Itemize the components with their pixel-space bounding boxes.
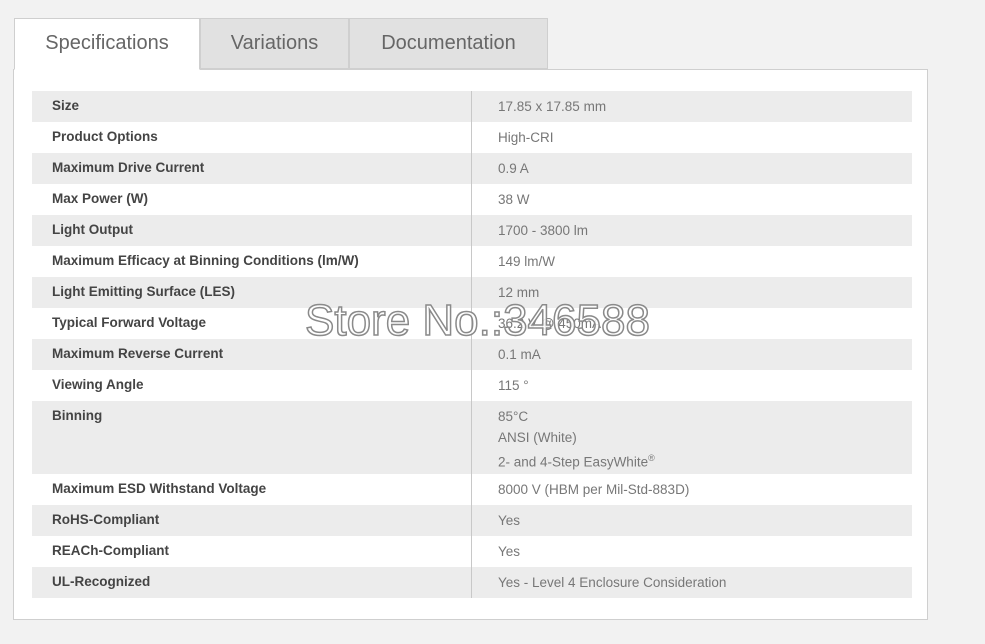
binning-line-text: 2- and 4-Step EasyWhite: [498, 454, 649, 470]
spec-value: 1700 - 3800 lm: [498, 223, 589, 238]
table-row: Light Emitting Surface (LES) 12 mm: [32, 277, 912, 308]
spec-value: 0.1 mA: [498, 347, 541, 362]
spec-value: 17.85 x 17.85 mm: [498, 99, 607, 114]
spec-value: 149 lm/W: [498, 254, 556, 269]
spec-label: Size: [32, 91, 472, 122]
table-row: UL-Recognized Yes - Level 4 Enclosure Co…: [32, 567, 912, 598]
spec-label: Binning: [32, 401, 472, 474]
spec-value: 8000 V (HBM per Mil-Std-883D): [498, 482, 690, 497]
spec-label: Light Output: [32, 215, 472, 246]
table-row: Viewing Angle 115 °: [32, 370, 912, 401]
spec-value: Yes - Level 4 Enclosure Consideration: [498, 575, 727, 590]
binning-line: 85°C: [498, 409, 529, 424]
tab-specifications[interactable]: Specifications: [14, 18, 200, 70]
tab-bar: Specifications Variations Documentation: [14, 18, 548, 70]
spec-label: UL-Recognized: [32, 567, 472, 598]
registered-mark: ®: [648, 453, 655, 463]
spec-label: Typical Forward Voltage: [32, 308, 472, 339]
table-row: RoHS-Compliant Yes: [32, 505, 912, 536]
table-row: REACh-Compliant Yes: [32, 536, 912, 567]
spec-value: Yes: [498, 544, 521, 559]
spec-label: REACh-Compliant: [32, 536, 472, 567]
spec-value: High-CRI: [498, 130, 554, 145]
table-row: Max Power (W) 38 W: [32, 184, 912, 215]
spec-label: Maximum Reverse Current: [32, 339, 472, 370]
spec-label: Product Options: [32, 122, 472, 153]
spec-label: Maximum Efficacy at Binning Conditions (…: [32, 246, 472, 277]
binning-line: 2- and 4-Step EasyWhite®: [498, 448, 912, 473]
table-row: Maximum ESD Withstand Voltage 8000 V (HB…: [32, 474, 912, 505]
spec-value: 38 W: [498, 192, 530, 207]
specifications-panel: Size 17.85 x 17.85 mm Product Options Hi…: [13, 69, 928, 620]
spec-value: 12 mm: [498, 285, 540, 300]
tab-variations[interactable]: Variations: [200, 18, 349, 69]
spec-label: Maximum Drive Current: [32, 153, 472, 184]
binning-line: ANSI (White): [498, 430, 577, 445]
table-row: Binning 85°C ANSI (White) 2- and 4-Step …: [32, 401, 912, 474]
table-row: Size 17.85 x 17.85 mm: [32, 91, 912, 122]
table-row: Product Options High-CRI: [32, 122, 912, 153]
spec-label: Maximum ESD Withstand Voltage: [32, 474, 472, 505]
spec-table: Size 17.85 x 17.85 mm Product Options Hi…: [32, 91, 912, 598]
spec-label: RoHS-Compliant: [32, 505, 472, 536]
spec-value: 115 °: [498, 378, 529, 393]
spec-value-multiline: 85°C ANSI (White) 2- and 4-Step EasyWhit…: [472, 401, 912, 474]
spec-label: Max Power (W): [32, 184, 472, 215]
spec-value: 0.9 A: [498, 161, 529, 176]
table-row: Maximum Efficacy at Binning Conditions (…: [32, 246, 912, 277]
spec-value: 36.2 V @ 450mA: [498, 316, 602, 331]
spec-label: Light Emitting Surface (LES): [32, 277, 472, 308]
table-row: Light Output 1700 - 3800 lm: [32, 215, 912, 246]
tab-documentation[interactable]: Documentation: [349, 18, 548, 69]
table-row: Maximum Reverse Current 0.1 mA: [32, 339, 912, 370]
spec-value: Yes: [498, 513, 521, 528]
spec-label: Viewing Angle: [32, 370, 472, 401]
table-row: Typical Forward Voltage 36.2 V @ 450mA: [32, 308, 912, 339]
table-row: Maximum Drive Current 0.9 A: [32, 153, 912, 184]
